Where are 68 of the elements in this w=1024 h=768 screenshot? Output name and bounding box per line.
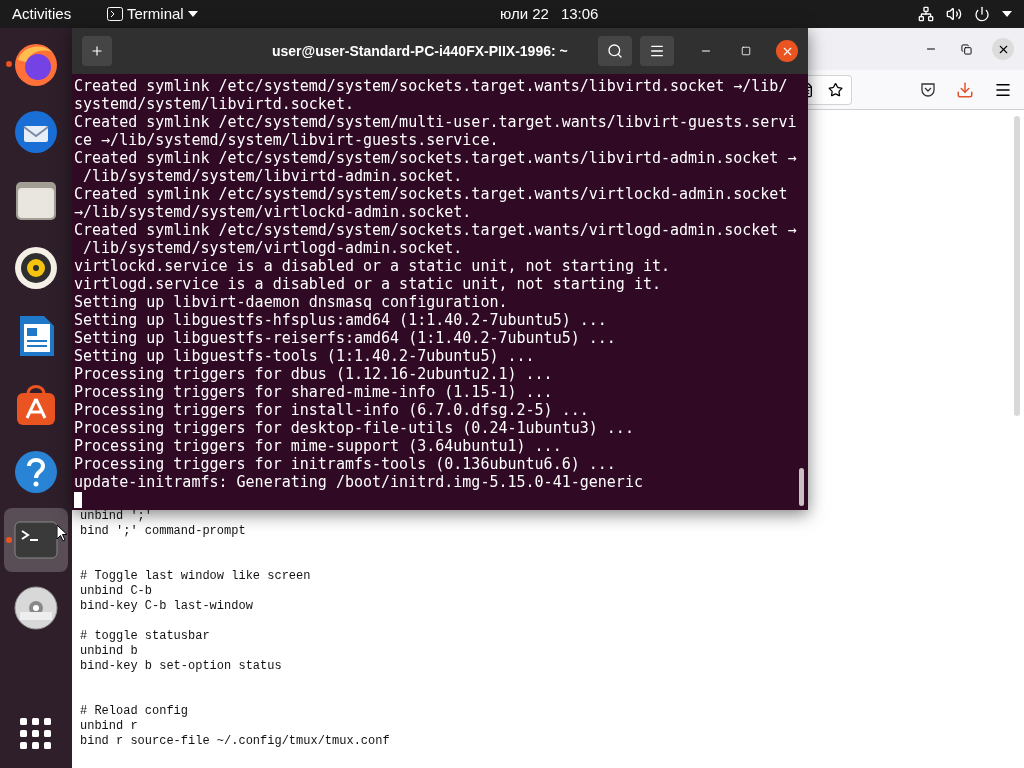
terminal-line: Created symlink /etc/systemd/system/sockets.target.wants/virtlockd-admin.socket [74,185,789,203]
terminal-line: update-initramfs: Generating /boot/initrd.img-5.15.0-41-generic [74,473,644,491]
terminal-line: Setting up libguestfs-tools (1:1.40.2-7ubuntu5) ... [74,347,536,365]
pocket-icon[interactable] [920,81,936,98]
terminal-line: Processing triggers for shared-mime-info (1.15-1) ... [74,383,554,401]
volume-icon[interactable] [946,6,962,22]
power-icon[interactable] [974,6,990,22]
download-icon[interactable] [956,80,974,99]
terminal-line: Processing triggers for install-info (6.7.0.dfsg.2-5) ... [74,401,590,419]
running-indicator [6,537,12,543]
network-icon[interactable] [918,6,934,22]
activities-button[interactable]: Activities [12,2,107,26]
scrollbar [799,468,804,506]
terminal-line: Processing triggers for dbus (1.12.16-2ubuntu2.1) ... [74,365,554,383]
search-button[interactable] [598,36,632,66]
terminal-line: ce →/lib/systemd/system/libvirt-guests.service. [74,131,500,149]
code-line: unbind r [80,719,139,734]
bookmark-star-icon[interactable] [827,80,843,99]
grid-icon [20,718,52,750]
running-indicator [6,61,12,67]
terminal-line: virtlogd.service is a disabled or a static unit, not starting it. [74,275,662,293]
terminal-icon [107,7,123,21]
terminal-line: Setting up libguestfs-reiserfs:amd64 (1:1.40.2-7ubuntu5) ... [74,329,617,347]
search-icon [607,43,623,59]
mail-icon [12,108,60,156]
code-line: # Reload config [80,704,190,719]
restore-icon [960,43,972,55]
terminal-line: /lib/systemd/system/virtlogd-admin.socket. [82,239,464,257]
terminal-line: systemd/system/libvirtd.socket. [74,95,355,113]
terminal-line: Setting up libguestfs-hfsplus:amd64 (1:1.40.2-7ubuntu5) ... [74,311,608,329]
code-line: # Toggle last window like screen [80,569,312,584]
clock[interactable]: юли 22 13:06 [500,2,599,26]
code-line: bind-key b set-option status [80,659,283,674]
plus-icon [90,44,104,58]
terminal-line: /lib/systemd/system/libvirtd-admin.socket. [82,167,464,185]
terminal-line: virtlockd.service is a disabled or a static unit, not starting it. [74,257,672,275]
window-title: user@user-Standard-PC-i440FX-PIIX-1996: ~ [272,41,568,61]
text-cursor [74,492,82,508]
code-line: unbind b [80,644,139,659]
speaker-icon [12,244,60,292]
terminal-line: Processing triggers for desktop-file-utils (0.24-1ubuntu3) ... [74,419,635,437]
menu-button[interactable] [640,36,674,66]
code-line: unbind ';' [80,509,153,524]
terminal-line: Created symlink /etc/systemd/system/sockets.target.wants/libvirtd.socket →/lib/ [74,77,789,95]
code-line: unbind C-b [80,584,153,599]
code-line: bind ';' command-prompt [80,524,247,539]
disc-icon [12,584,60,632]
caret-icon[interactable] [1002,11,1012,17]
code-line: bind r source-file ~/.config/tmux/tmux.conf [80,734,391,749]
terminal-line: Created symlink /etc/systemd/system/sockets.target.wants/libvirtd-admin.socket → [74,149,798,167]
terminal-line: →/lib/systemd/system/virtlockd-admin.socket. [74,203,473,221]
new-tab-button[interactable] [82,36,112,66]
code-line: # toggle statusbar [80,629,211,644]
caret-icon [187,11,198,17]
menu-icon [649,43,665,59]
terminal-line: Setting up libvirt-daemon dnsmasq configuration. [74,293,509,311]
terminal-line: Processing triggers for initramfs-tools (0.136ubuntu6.6) ... [74,455,617,473]
terminal-line: Processing triggers for mime-support (3.64ubuntu1) ... [74,437,563,455]
address-bar[interactable] [808,74,852,105]
terminal-line: Created symlink /etc/systemd/system/sockets.target.wants/virtlogd-admin.socket → [74,221,798,239]
close-button[interactable] [776,40,798,62]
code-line: bind-key C-b last-window [80,599,254,614]
maximize-icon [741,46,751,56]
help-icon [12,448,60,496]
terminal-line: Created symlink /etc/systemd/system/multi-user.target.wants/libvirt-guests.servi [74,113,798,131]
mouse-pointer-icon [56,524,68,542]
close-button[interactable] [992,38,1014,60]
app-menu[interactable]: Terminal [107,2,198,26]
